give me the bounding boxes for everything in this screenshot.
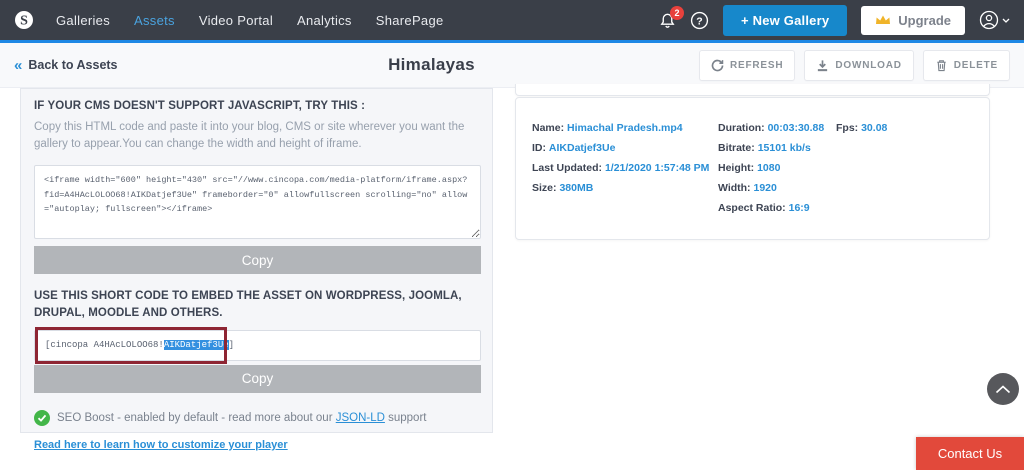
upgrade-button[interactable]: Upgrade bbox=[861, 6, 965, 35]
contact-us-button[interactable]: Contact Us bbox=[916, 437, 1024, 470]
iframe-embed-description: Copy this HTML code and paste it into yo… bbox=[34, 119, 479, 155]
meta-name-label: Name: bbox=[532, 122, 564, 134]
header-actions: REFRESH DOWNLOAD DELETE bbox=[699, 50, 1010, 81]
user-account-menu[interactable] bbox=[979, 10, 1010, 30]
refresh-button[interactable]: REFRESH bbox=[699, 50, 795, 81]
help-question-icon[interactable]: ? bbox=[690, 11, 709, 30]
shortcode-prefix: [cincopa A4HAcLOLOO68! bbox=[45, 340, 164, 350]
shortcode-suffix: ] bbox=[229, 340, 234, 350]
meta-name: Name: Himachal Pradesh.mp4 bbox=[532, 118, 718, 138]
top-navbar: S Galleries Assets Video Portal Analytic… bbox=[0, 0, 1024, 40]
meta-fps-value: 30.08 bbox=[861, 122, 887, 134]
trash-icon bbox=[935, 59, 948, 72]
meta-duration: Duration: 00:03:30.88 bbox=[718, 118, 836, 138]
meta-name-value: Himachal Pradesh.mp4 bbox=[567, 122, 683, 134]
meta-aspect-ratio-label: Aspect Ratio: bbox=[718, 202, 786, 214]
meta-width: Width: 1920 bbox=[718, 178, 836, 198]
nav-item-assets[interactable]: Assets bbox=[134, 13, 175, 28]
asset-details-card: Name: Himachal Pradesh.mp4 ID: AIKDatjef… bbox=[515, 97, 990, 240]
svg-text:S: S bbox=[20, 14, 28, 29]
meta-last-updated-value: 1/21/2020 1:57:48 PM bbox=[605, 162, 710, 174]
meta-last-updated: Last Updated: 1/21/2020 1:57:48 PM bbox=[532, 158, 718, 178]
scroll-to-top-button[interactable] bbox=[987, 373, 1019, 405]
nav-item-analytics[interactable]: Analytics bbox=[297, 13, 352, 28]
details-column-1: Name: Himachal Pradesh.mp4 ID: AIKDatjef… bbox=[532, 118, 718, 218]
copy-shortcode-button[interactable]: Copy bbox=[34, 365, 481, 393]
seo-boost-text: SEO Boost - enabled by default - read mo… bbox=[57, 412, 426, 424]
back-label: Back to Assets bbox=[28, 58, 117, 72]
nav-right-cluster: 2 ? + New Gallery Upgrade bbox=[659, 5, 1010, 36]
meta-last-updated-label: Last Updated: bbox=[532, 162, 602, 174]
page-header-bar: « Back to Assets Himalayas REFRESH DOWNL… bbox=[0, 43, 1024, 88]
avatar-icon bbox=[979, 10, 999, 30]
meta-fps: Fps: 30.08 bbox=[836, 118, 973, 138]
check-circle-icon bbox=[34, 410, 50, 426]
new-gallery-button[interactable]: + New Gallery bbox=[723, 5, 847, 36]
meta-height-label: Height: bbox=[718, 162, 754, 174]
meta-bitrate-label: Bitrate: bbox=[718, 142, 755, 154]
shortcode-heading: USE THIS SHORT CODE TO EMBED THE ASSET O… bbox=[34, 288, 474, 321]
notifications-bell-icon[interactable]: 2 bbox=[659, 12, 676, 29]
meta-height: Height: 1080 bbox=[718, 158, 836, 178]
back-to-assets-link[interactable]: « Back to Assets bbox=[14, 58, 164, 73]
iframe-code-textarea[interactable]: <iframe width="600" height="430" src="//… bbox=[34, 165, 481, 239]
seo-text-after: support bbox=[385, 412, 427, 424]
seo-text-before: SEO Boost - enabled by default - read mo… bbox=[57, 412, 336, 424]
refresh-label: REFRESH bbox=[730, 60, 783, 71]
upgrade-label: Upgrade bbox=[898, 13, 951, 28]
meta-id-value: AIKDatjef3Ue bbox=[549, 142, 616, 154]
nav-item-sharepage[interactable]: SharePage bbox=[376, 13, 444, 28]
nav-links: Galleries Assets Video Portal Analytics … bbox=[56, 13, 444, 28]
meta-duration-label: Duration: bbox=[718, 122, 765, 134]
meta-fps-label: Fps: bbox=[836, 122, 858, 134]
download-icon bbox=[816, 59, 829, 72]
delete-button[interactable]: DELETE bbox=[923, 50, 1010, 81]
previous-card-bottom-strip bbox=[515, 84, 990, 96]
shortcode-wrap: [cincopa A4HAcLOLOO68!AIKDatjef3Ue] bbox=[34, 330, 481, 361]
notifications-count-badge: 2 bbox=[670, 6, 684, 20]
meta-aspect-ratio: Aspect Ratio: 16:9 bbox=[718, 198, 836, 218]
json-ld-link[interactable]: JSON-LD bbox=[336, 412, 385, 424]
meta-width-value: 1920 bbox=[753, 182, 776, 194]
back-chevrons-icon: « bbox=[14, 58, 22, 73]
embed-code-panel: IF YOUR CMS DOESN'T SUPPORT JAVASCRIPT, … bbox=[20, 88, 493, 433]
refresh-icon bbox=[711, 59, 724, 72]
iframe-embed-heading: IF YOUR CMS DOESN'T SUPPORT JAVASCRIPT, … bbox=[34, 98, 479, 115]
chevron-down-icon bbox=[1002, 18, 1010, 23]
shortcode-input[interactable]: [cincopa A4HAcLOLOO68!AIKDatjef3Ue] bbox=[34, 330, 481, 361]
download-label: DOWNLOAD bbox=[835, 60, 901, 71]
chevron-up-icon bbox=[995, 385, 1011, 394]
nav-item-galleries[interactable]: Galleries bbox=[56, 13, 110, 28]
customize-player-link[interactable]: Read here to learn how to customize your… bbox=[34, 439, 288, 451]
meta-aspect-ratio-value: 16:9 bbox=[789, 202, 810, 214]
nav-item-video-portal[interactable]: Video Portal bbox=[199, 13, 273, 28]
meta-id-label: ID: bbox=[532, 142, 546, 154]
meta-size-label: Size: bbox=[532, 182, 557, 194]
details-column-3: Fps: 30.08 bbox=[836, 118, 973, 218]
meta-id: ID: AIKDatjef3Ue bbox=[532, 138, 718, 158]
download-button[interactable]: DOWNLOAD bbox=[804, 50, 913, 81]
page-title: Himalayas bbox=[164, 55, 699, 75]
meta-duration-value: 00:03:30.88 bbox=[768, 122, 825, 134]
delete-label: DELETE bbox=[954, 60, 998, 71]
meta-bitrate-value: 15101 kb/s bbox=[758, 142, 811, 154]
meta-bitrate: Bitrate: 15101 kb/s bbox=[718, 138, 836, 158]
copy-iframe-button[interactable]: Copy bbox=[34, 246, 481, 274]
asset-details-columns: Name: Himachal Pradesh.mp4 ID: AIKDatjef… bbox=[532, 118, 973, 218]
cincopa-logo-icon[interactable]: S bbox=[14, 10, 34, 30]
crown-icon bbox=[875, 14, 891, 26]
svg-text:?: ? bbox=[696, 15, 702, 27]
meta-width-label: Width: bbox=[718, 182, 751, 194]
seo-boost-row: SEO Boost - enabled by default - read mo… bbox=[34, 410, 479, 426]
meta-size-value: 380MB bbox=[559, 182, 593, 194]
shortcode-selected-text: AIKDatjef3Ue bbox=[164, 340, 229, 350]
meta-height-value: 1080 bbox=[757, 162, 780, 174]
details-column-2: Duration: 00:03:30.88 Bitrate: 15101 kb/… bbox=[718, 118, 836, 218]
meta-size: Size: 380MB bbox=[532, 178, 718, 198]
